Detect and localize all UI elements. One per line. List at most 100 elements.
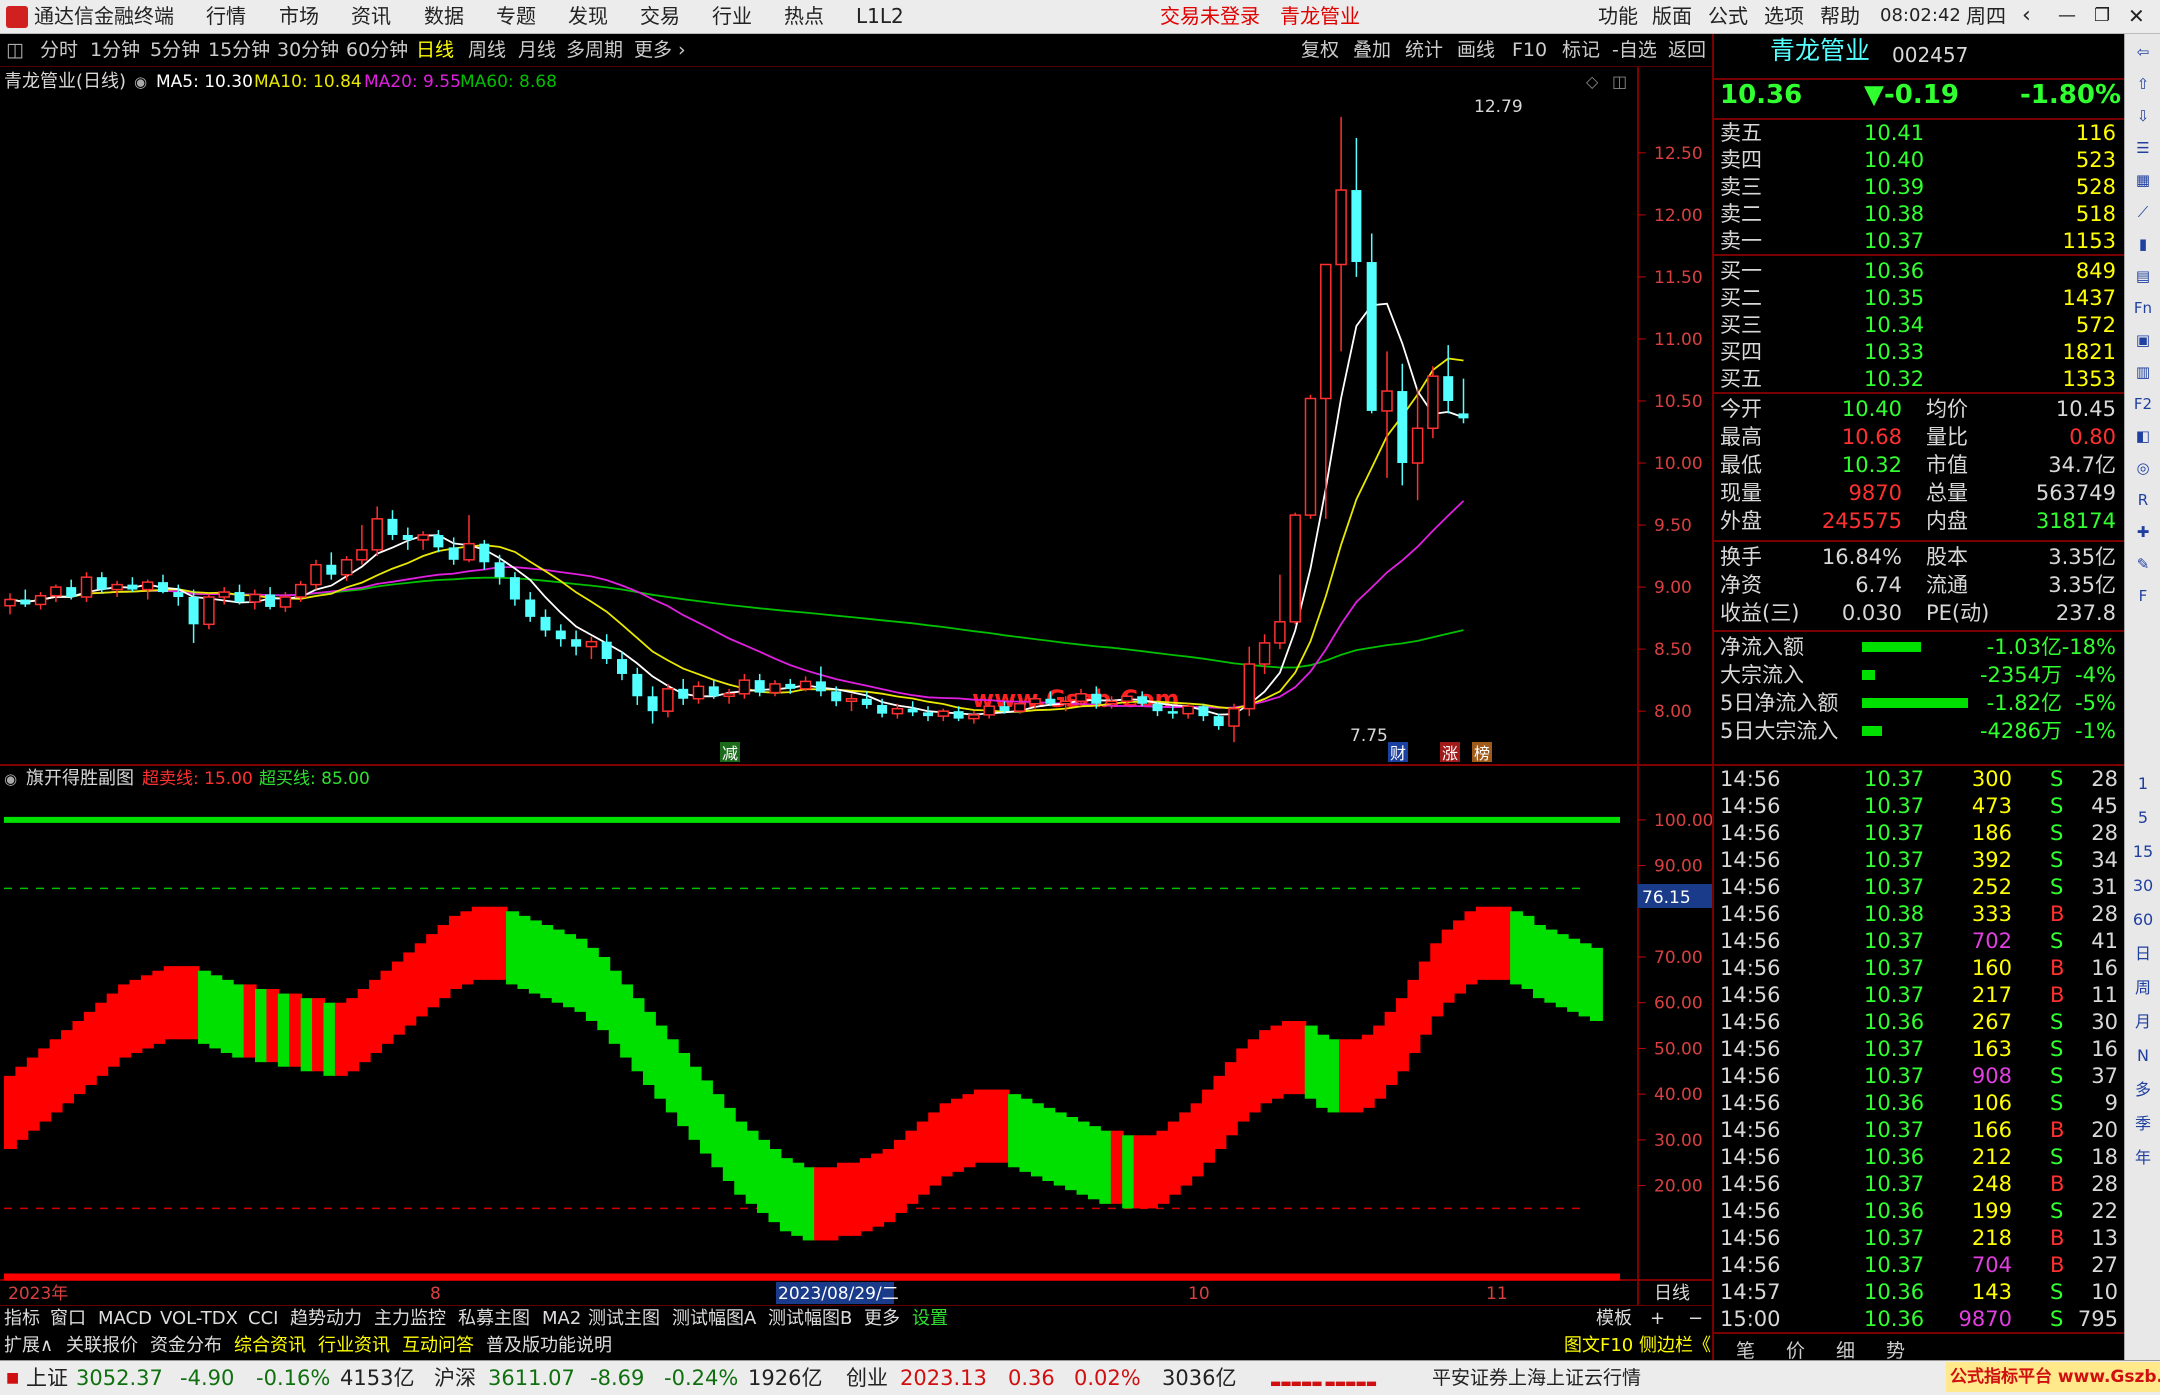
- minimize-icon[interactable]: —: [2058, 3, 2076, 29]
- tab-cci[interactable]: CCI: [248, 1308, 278, 1330]
- menu-redian[interactable]: 热点: [784, 3, 824, 29]
- layout-icon[interactable]: ◫: [6, 38, 24, 62]
- action-huaxian[interactable]: 画线: [1457, 38, 1495, 62]
- quote-tab[interactable]: 细: [1836, 1336, 1855, 1363]
- tab-ma2[interactable]: MA2: [542, 1308, 581, 1330]
- fund-icon[interactable]: ◧: [2130, 426, 2156, 446]
- doc-icon[interactable]: ▥: [2130, 362, 2156, 382]
- sidebar-period-10[interactable]: 季: [2130, 1114, 2156, 1134]
- sidebar-period-3[interactable]: 30: [2130, 876, 2156, 896]
- sidebar-period-9[interactable]: 多: [2130, 1080, 2156, 1100]
- tab-simu[interactable]: 私募主图: [458, 1308, 530, 1330]
- fs-icon[interactable]: F: [2130, 586, 2156, 606]
- period-multi[interactable]: 多周期: [566, 38, 623, 62]
- chart-area[interactable]: 青龙管业(日线) ◉ MA5: 10.30 MA10: 10.84 MA20: …: [0, 67, 1712, 1305]
- menu-jiaoyi[interactable]: 交易: [640, 3, 680, 29]
- broker-info[interactable]: 平安证券上海上证云行情: [1432, 1365, 1641, 1392]
- tab-macd[interactable]: MACD: [98, 1308, 152, 1330]
- action-biaoji[interactable]: 标记: [1562, 38, 1600, 62]
- period-60min[interactable]: 60分钟: [346, 38, 408, 62]
- period-15min[interactable]: 15分钟: [208, 38, 270, 62]
- chart-settings-icon[interactable]: ◉: [134, 73, 147, 91]
- action-zixuan[interactable]: -自选: [1612, 38, 1657, 62]
- sidebar-period-11[interactable]: 年: [2130, 1148, 2156, 1168]
- close-icon[interactable]: ✕: [2128, 3, 2145, 29]
- chart-icon[interactable]: ⟋: [2130, 202, 2156, 222]
- menu-zixun[interactable]: 资讯: [351, 3, 391, 29]
- login-status[interactable]: 交易未登录: [1160, 3, 1260, 29]
- tab-settings[interactable]: 设置: [912, 1308, 948, 1330]
- pen-icon[interactable]: ✎: [2130, 554, 2156, 574]
- action-fuquan[interactable]: 复权: [1301, 38, 1339, 62]
- back-icon[interactable]: ‹: [2022, 3, 2031, 29]
- menu-shuju[interactable]: 数据: [424, 3, 464, 29]
- sidebar-period-7[interactable]: 月: [2130, 1012, 2156, 1032]
- tab-vol-tdx[interactable]: VOL-TDX: [160, 1308, 238, 1330]
- plus-icon[interactable]: ✚: [2130, 522, 2156, 542]
- tab-kuozhan[interactable]: 扩展∧: [4, 1335, 53, 1357]
- f10-icon[interactable]: Fn: [2130, 298, 2156, 318]
- tab-ceshi-a[interactable]: 测试幅图A: [672, 1308, 756, 1330]
- menu-l1l2[interactable]: L1L2: [856, 3, 904, 29]
- menu-zhuanti[interactable]: 专题: [496, 3, 536, 29]
- candle-icon[interactable]: ▮: [2130, 234, 2156, 254]
- f2-icon[interactable]: F2: [2130, 394, 2156, 414]
- cy-name[interactable]: 创业: [846, 1365, 888, 1392]
- period-daily[interactable]: 日线: [416, 38, 454, 62]
- action-f10[interactable]: F10: [1512, 38, 1547, 62]
- diamond-icon[interactable]: ◇: [1586, 72, 1599, 91]
- period-weekly[interactable]: 周线: [468, 38, 506, 62]
- tab-zhuli[interactable]: 主力监控: [374, 1308, 446, 1330]
- period-1min[interactable]: 1分钟: [90, 38, 140, 62]
- tab-more[interactable]: 更多: [864, 1308, 900, 1330]
- sh-name[interactable]: 上证: [26, 1365, 68, 1392]
- action-tongji[interactable]: 统计: [1405, 38, 1443, 62]
- tab-pujiban[interactable]: 普及版功能说明: [486, 1335, 612, 1357]
- grid-icon[interactable]: ▦: [2130, 170, 2156, 190]
- tab-chuangkou[interactable]: 窗口: [50, 1308, 86, 1330]
- tab-zijin[interactable]: 资金分布: [150, 1335, 222, 1357]
- sidebar-period-8[interactable]: N: [2130, 1046, 2156, 1066]
- circle-icon[interactable]: ◎: [2130, 458, 2156, 478]
- hs-name[interactable]: 沪深: [434, 1365, 476, 1392]
- tab-remove-icon[interactable]: −: [1688, 1308, 1703, 1330]
- tab-hudong[interactable]: 互动问答: [402, 1335, 474, 1357]
- sidebar-period-4[interactable]: 60: [2130, 910, 2156, 930]
- menu-gongshi[interactable]: 公式: [1708, 3, 1748, 29]
- rsi-icon[interactable]: R: [2130, 490, 2156, 510]
- period-monthly[interactable]: 月线: [518, 38, 556, 62]
- arrow-down-icon[interactable]: ⇩: [2130, 106, 2156, 126]
- tab-f10-sidebar[interactable]: 图文F10 侧边栏《: [1564, 1335, 1711, 1357]
- book-icon[interactable]: ▤: [2130, 266, 2156, 286]
- quote-tab[interactable]: 势: [1886, 1336, 1905, 1363]
- menu-gongneng[interactable]: 功能: [1598, 3, 1638, 29]
- sidebar-period-1[interactable]: 5: [2130, 808, 2156, 828]
- up-arrow-icon[interactable]: ⇦: [2130, 42, 2156, 62]
- sidebar-period-2[interactable]: 15: [2130, 842, 2156, 862]
- period-30min[interactable]: 30分钟: [277, 38, 339, 62]
- tab-ceshi-b[interactable]: 测试幅图B: [768, 1308, 852, 1330]
- sidebar-period-6[interactable]: 周: [2130, 978, 2156, 998]
- action-diejia[interactable]: 叠加: [1353, 38, 1391, 62]
- tab-muban[interactable]: 模板: [1596, 1308, 1632, 1330]
- period-more[interactable]: 更多: [634, 38, 672, 62]
- sub-settings-icon[interactable]: ◉: [4, 770, 17, 788]
- menu-bangzhu[interactable]: 帮助: [1820, 3, 1860, 29]
- menu-hangye[interactable]: 行业: [712, 3, 752, 29]
- menu-xuanxiang[interactable]: 选项: [1764, 3, 1804, 29]
- sidebar-period-5[interactable]: 日: [2130, 944, 2156, 964]
- tab-hangye[interactable]: 行业资讯: [318, 1335, 390, 1357]
- sidebar-period-0[interactable]: 1: [2130, 774, 2156, 794]
- quote-tab[interactable]: 笔: [1736, 1336, 1755, 1363]
- tab-add-icon[interactable]: +: [1650, 1308, 1665, 1330]
- menu-faxian[interactable]: 发现: [568, 3, 608, 29]
- restore-icon[interactable]: ❐: [2094, 3, 2110, 29]
- panel-toggle-icon[interactable]: ◫: [1612, 72, 1627, 91]
- arrow-up-icon[interactable]: ⇧: [2130, 74, 2156, 94]
- action-fanhui[interactable]: 返回: [1668, 38, 1706, 62]
- period-fenshi[interactable]: 分时: [40, 38, 78, 62]
- report-icon[interactable]: ▣: [2130, 330, 2156, 350]
- tab-zonghe[interactable]: 综合资讯: [234, 1335, 306, 1357]
- menu-shichang[interactable]: 市场: [279, 3, 319, 29]
- quote-tab[interactable]: 价: [1786, 1336, 1805, 1363]
